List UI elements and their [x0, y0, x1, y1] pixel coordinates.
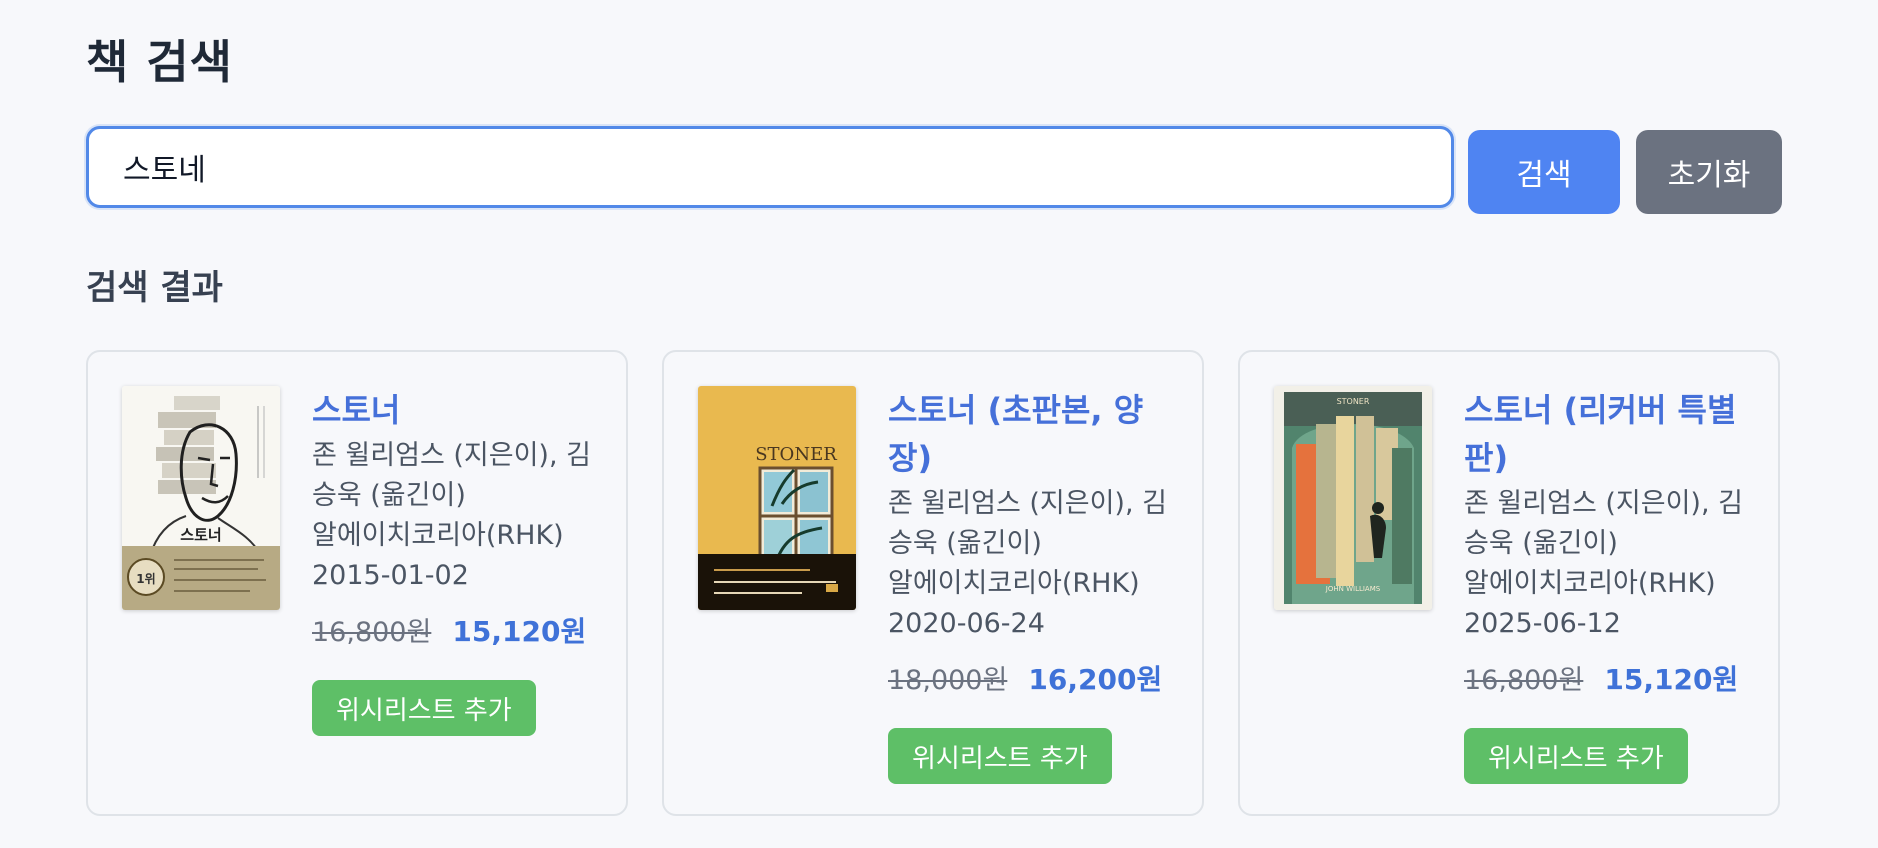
price-row: 16,800원 15,120원	[1464, 658, 1754, 702]
cover-badge-text: 1위	[136, 572, 155, 586]
cover-author-text: JOHN WILLIAMS	[1325, 585, 1381, 593]
book-publication-date: 2015-01-02	[312, 560, 469, 591]
book-info: 스토너 (초판본, 양장) 존 윌리엄스 (지은이), 김승욱 (옮긴이) 알에…	[888, 386, 1178, 784]
book-publisher: 알에이치코리아(RHK)	[312, 520, 564, 551]
sale-price: 15,120원	[1604, 663, 1739, 696]
book-cover-image[interactable]: STONER	[698, 386, 856, 610]
search-bar: 검색 초기화	[86, 126, 1782, 214]
book-search-page: 책 검색 검색 초기화 검색 결과 스	[86, 30, 1782, 816]
book-card-stoner-first-edition: STONER 스토너 (초판본, 양장) 존 윌리엄스 (지은이), 김승욱 (…	[662, 350, 1204, 816]
sale-price: 15,120원	[452, 615, 587, 648]
original-price: 16,800원	[1464, 665, 1584, 696]
add-to-wishlist-button[interactable]: 위시리스트 추가	[888, 728, 1112, 784]
book-info: 스토너 존 윌리엄스 (지은이), 김승욱 (옮긴이) 알에이치코리아(RHK)…	[312, 386, 602, 736]
cover-title-text: STONER	[755, 444, 837, 465]
book-publisher: 알에이치코리아(RHK)	[1464, 568, 1716, 599]
book-title-link[interactable]: 스토너 (초판본, 양장)	[888, 386, 1178, 482]
book-publication-date: 2025-06-12	[1464, 608, 1621, 639]
book-info: 스토너 (리커버 특별판) 존 윌리엄스 (지은이), 김승욱 (옮긴이) 알에…	[1464, 386, 1754, 784]
results-title: 검색 결과	[86, 268, 223, 308]
book-authors: 존 윌리엄스 (지은이), 김승욱 (옮긴이)	[1464, 488, 1743, 559]
book-title-link[interactable]: 스토너 (리커버 특별판)	[1464, 386, 1754, 482]
search-results: 스토너 1위 스토너 존 윌리엄스 (지은이), 김승욱 (옮긴이) 알에이치코…	[86, 350, 1782, 816]
sale-price: 16,200원	[1028, 663, 1163, 696]
book-authors: 존 윌리엄스 (지은이), 김승욱 (옮긴이)	[312, 440, 591, 511]
search-button[interactable]: 검색	[1468, 130, 1620, 214]
book-cover-stoner-recover-image: STONER JOHN WILLIAMS	[1274, 386, 1432, 610]
book-cover-stoner-first-edition-image: STONER	[698, 386, 856, 610]
search-input[interactable]	[86, 126, 1454, 208]
price-row: 16,800원 15,120원	[312, 610, 602, 654]
book-cover-image[interactable]: STONER JOHN WILLIAMS	[1274, 386, 1432, 610]
cover-title-text: 스토너	[180, 526, 221, 544]
book-publication-date: 2020-06-24	[888, 608, 1045, 639]
book-publisher: 알에이치코리아(RHK)	[888, 568, 1140, 599]
add-to-wishlist-button[interactable]: 위시리스트 추가	[312, 680, 536, 736]
original-price: 16,800원	[312, 617, 432, 648]
add-to-wishlist-button[interactable]: 위시리스트 추가	[1464, 728, 1688, 784]
book-cover-image[interactable]: 스토너 1위	[122, 386, 280, 610]
price-row: 18,000원 16,200원	[888, 658, 1178, 702]
page-title: 책 검색	[86, 35, 233, 89]
book-cover-stoner-image: 스토너 1위	[122, 386, 280, 610]
original-price: 18,000원	[888, 665, 1008, 696]
book-authors: 존 윌리엄스 (지은이), 김승욱 (옮긴이)	[888, 488, 1167, 559]
book-card-stoner-recover-edition: STONER JOHN WILLIAMS 스토너 (리커버 특별판) 존 윌리엄…	[1238, 350, 1780, 816]
reset-button[interactable]: 초기화	[1636, 130, 1782, 214]
book-card-stoner: 스토너 1위 스토너 존 윌리엄스 (지은이), 김승욱 (옮긴이) 알에이치코…	[86, 350, 628, 816]
cover-title-text: STONER	[1337, 397, 1370, 406]
book-title-link[interactable]: 스토너	[312, 386, 602, 434]
